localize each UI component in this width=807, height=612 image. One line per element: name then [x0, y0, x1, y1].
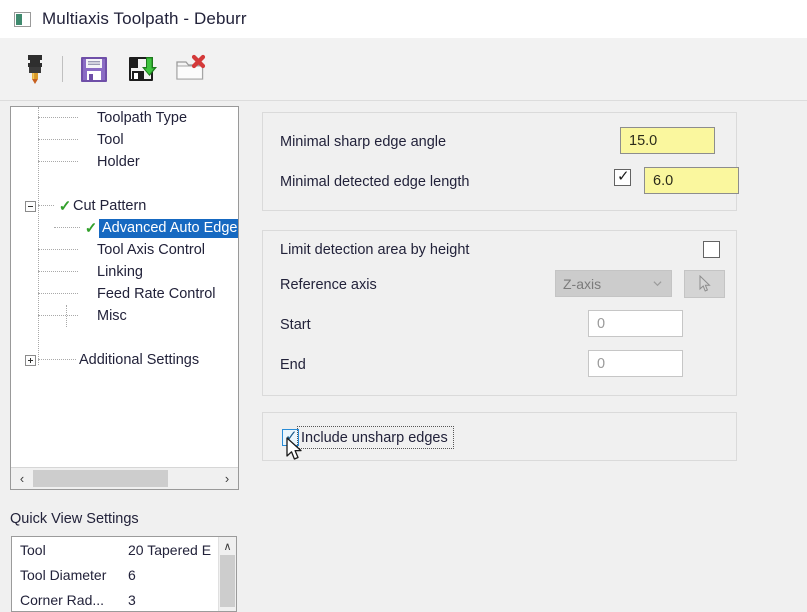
sidebar-item-label: Cut Pattern: [73, 198, 147, 214]
delete-button[interactable]: [169, 48, 211, 90]
min-sharp-edge-angle-input[interactable]: 15.0: [620, 127, 715, 154]
scroll-up-arrow-icon[interactable]: ∧: [219, 537, 236, 555]
tree-connector-dash: [38, 271, 78, 273]
sidebar-item-label: Toolpath Type: [97, 110, 188, 126]
scroll-left-arrow-icon[interactable]: ‹: [11, 468, 33, 489]
tree-connector-dash: [38, 293, 78, 295]
limit-by-height-row: Limit detection area by height: [280, 242, 469, 258]
scroll-right-arrow-icon[interactable]: ›: [216, 468, 238, 489]
min-detected-edge-length-row: Minimal detected edge length: [280, 174, 469, 190]
unsharp-edges-group: ✓ Include unsharp edges: [262, 412, 737, 461]
limit-by-height-checkbox[interactable]: [703, 241, 720, 258]
sidebar-item-holder[interactable]: Holder: [11, 151, 238, 173]
start-row: Start: [280, 317, 311, 333]
endmill-tool-icon: [28, 55, 42, 84]
window-title: Multiaxis Toolpath - Deburr: [42, 9, 247, 28]
collapse-minus-icon[interactable]: [25, 200, 36, 212]
end-input[interactable]: 0: [588, 350, 683, 377]
tree-items-container: Toolpath Type Tool Holder ✓ Cut Pattern: [11, 107, 238, 467]
tree-connector-dash: [38, 249, 78, 251]
pick-reference-button[interactable]: [684, 270, 725, 298]
min-detected-edge-length-input[interactable]: 6.0: [644, 167, 739, 194]
floppy-disk-green-arrow-icon: [129, 57, 157, 81]
min-detected-edge-length-label: Minimal detected edge length: [280, 174, 470, 190]
reference-axis-row: Reference axis: [280, 277, 377, 293]
reference-axis-value: Z-axis: [563, 275, 602, 292]
floppy-disk-save-icon: [81, 57, 107, 82]
list-item-value: 20 Tapered E: [128, 541, 212, 558]
reference-axis-label: Reference axis: [280, 277, 377, 293]
tree-spacer-row: [11, 327, 238, 349]
quick-view-vertical-scrollbar[interactable]: ∧: [218, 537, 236, 611]
sidebar-item-label: Holder: [97, 154, 140, 170]
sidebar-item-advanced-auto-edge[interactable]: ✓ Advanced Auto Edge: [11, 217, 238, 239]
sidebar-item-label: Tool Axis Control: [97, 242, 205, 258]
scrollbar-thumb[interactable]: [220, 555, 235, 607]
sidebar-item-tool[interactable]: Tool: [11, 129, 238, 151]
tree-connector-dash: [38, 205, 54, 207]
window-titlebar: Multiaxis Toolpath - Deburr: [0, 0, 807, 39]
tree-spacer-row: [11, 173, 238, 195]
checkmark-icon: ✓: [285, 428, 298, 445]
list-item[interactable]: Corner Rad... 3: [12, 587, 236, 611]
tree-check-icon: ✓: [84, 219, 98, 237]
list-item-key: Tool: [20, 541, 46, 558]
cursor-pick-icon: [699, 275, 711, 292]
toolbar: [0, 38, 807, 101]
list-item-key: Tool Diameter: [20, 566, 107, 583]
reference-axis-select[interactable]: Z-axis: [555, 270, 672, 297]
include-unsharp-edges-label: Include unsharp edges: [301, 430, 448, 446]
sidebar-item-misc[interactable]: Misc: [11, 305, 238, 327]
tree-horizontal-scrollbar[interactable]: ‹ ›: [11, 467, 238, 489]
toolpath-tree-panel[interactable]: Toolpath Type Tool Holder ✓ Cut Pattern: [10, 106, 239, 490]
sidebar-item-label: Feed Rate Control: [97, 286, 216, 302]
min-sharp-edge-angle-row: Minimal sharp edge angle: [280, 134, 446, 150]
tree-connector-dash: [38, 315, 78, 317]
scrollbar-track[interactable]: [33, 468, 216, 489]
list-item-key: Corner Rad...: [20, 591, 105, 608]
end-label: End: [280, 357, 306, 373]
folder-red-x-icon: [176, 54, 206, 80]
list-item-value: 6: [128, 566, 136, 583]
sidebar-item-label: Misc: [97, 308, 127, 324]
list-item[interactable]: Tool 20 Tapered E: [12, 537, 236, 562]
sidebar-item-label: Additional Settings: [79, 352, 200, 368]
quick-view-settings-title: Quick View Settings: [10, 511, 139, 527]
start-input[interactable]: 0: [588, 310, 683, 337]
window-app-icon: [14, 11, 31, 27]
list-item-value: 3: [128, 591, 136, 608]
quick-view-settings-list[interactable]: Tool 20 Tapered E Tool Diameter 6 Corner…: [11, 536, 237, 612]
toolbar-separator: [62, 56, 63, 82]
sidebar-item-label: Linking: [97, 264, 143, 280]
sidebar-item-label: Advanced Auto Edge: [99, 218, 238, 238]
sidebar-item-label: Tool: [97, 132, 124, 148]
sidebar-item-toolpath-type[interactable]: Toolpath Type: [11, 107, 238, 129]
tree-connector-dash: [38, 117, 78, 119]
tree-check-icon: ✓: [58, 197, 72, 215]
sidebar-item-feed-rate-control[interactable]: Feed Rate Control: [11, 283, 238, 305]
start-label: Start: [280, 317, 311, 333]
tree-connector-dash: [38, 161, 78, 163]
sidebar-item-tool-axis-control[interactable]: Tool Axis Control: [11, 239, 238, 261]
min-sharp-edge-angle-label: Minimal sharp edge angle: [280, 134, 447, 150]
save-button[interactable]: [73, 48, 115, 90]
sidebar-item-linking[interactable]: Linking: [11, 261, 238, 283]
sidebar-item-additional-settings[interactable]: Additional Settings: [11, 349, 238, 371]
limit-detection-group: Limit detection area by height Reference…: [262, 230, 737, 396]
expand-plus-icon[interactable]: [25, 354, 36, 366]
tree-connector-dash: [38, 359, 76, 361]
end-row: End: [280, 357, 306, 373]
chevron-down-icon: [653, 281, 662, 287]
edge-detection-group: Minimal sharp edge angle 15.0 Minimal de…: [262, 112, 739, 211]
tool-button[interactable]: [14, 48, 56, 90]
tree-connector-dash: [54, 227, 80, 229]
scrollbar-thumb[interactable]: [33, 470, 168, 487]
tree-connector-dash: [38, 139, 78, 141]
sidebar-item-cut-pattern[interactable]: ✓ Cut Pattern: [11, 195, 238, 217]
list-item[interactable]: Tool Diameter 6: [12, 562, 236, 587]
save-and-load-button[interactable]: [121, 48, 163, 90]
checkmark-icon: ✓: [617, 168, 630, 185]
min-detected-edge-length-checkbox[interactable]: ✓: [614, 168, 631, 186]
limit-by-height-label: Limit detection area by height: [280, 242, 470, 258]
